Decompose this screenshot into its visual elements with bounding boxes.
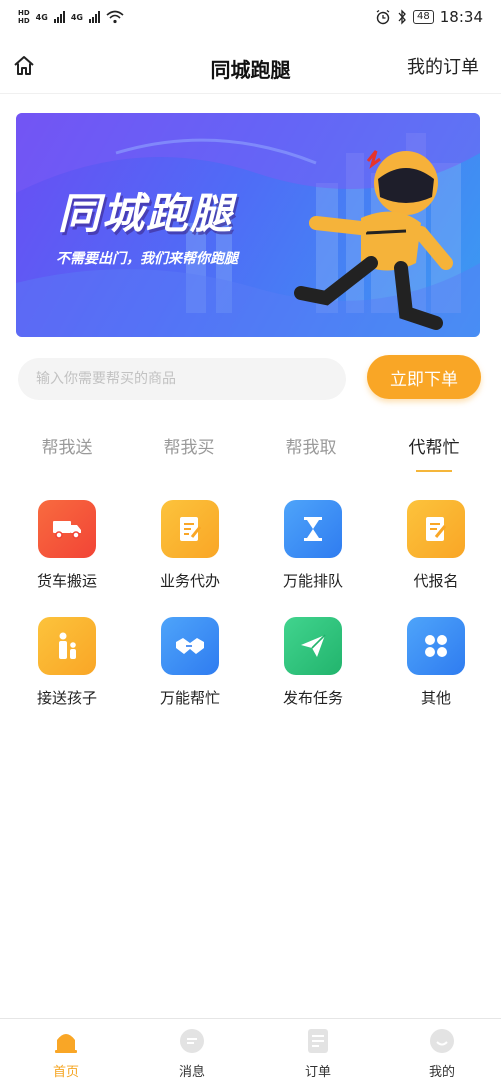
service-label: 货车搬运 bbox=[36, 572, 97, 590]
battery-indicator: 48 bbox=[413, 10, 434, 24]
order-now-button[interactable]: 立即下单 bbox=[367, 355, 481, 399]
form-edit-icon bbox=[407, 500, 465, 558]
truck-icon bbox=[38, 500, 96, 558]
service-truck-moving[interactable]: 货车搬运 bbox=[17, 500, 117, 591]
wifi-icon bbox=[106, 10, 124, 24]
service-label: 万能帮忙 bbox=[159, 689, 220, 707]
handshake-icon bbox=[161, 617, 219, 675]
service-label: 发布任务 bbox=[282, 689, 343, 707]
service-business-errand[interactable]: 业务代办 bbox=[140, 500, 240, 591]
service-label: 其他 bbox=[420, 689, 451, 707]
bottom-nav: 首页 消息 订单 我的 bbox=[0, 1018, 501, 1086]
service-publish-task[interactable]: 发布任务 bbox=[263, 617, 363, 708]
status-right: 48 18:34 bbox=[375, 8, 483, 26]
nav-home[interactable]: 首页 bbox=[26, 1027, 106, 1080]
signal-icon bbox=[53, 11, 65, 23]
home-lamp-icon bbox=[52, 1027, 80, 1055]
service-label: 代报名 bbox=[413, 572, 459, 590]
tab-pickup[interactable]: 帮我取 bbox=[266, 433, 356, 458]
nav-label: 订单 bbox=[304, 1065, 331, 1080]
status-bar: HD HD 4G 4G 48 18:34 bbox=[0, 0, 501, 34]
my-orders-link[interactable]: 我的订单 bbox=[407, 53, 479, 79]
tab-help[interactable]: 代帮忙 bbox=[389, 433, 479, 458]
service-signup[interactable]: 代报名 bbox=[386, 500, 486, 591]
tab-buy[interactable]: 帮我买 bbox=[144, 433, 234, 458]
alarm-icon bbox=[376, 9, 390, 25]
service-label: 业务代办 bbox=[159, 572, 220, 590]
status-left: HD HD 4G 4G bbox=[18, 9, 124, 25]
nav-label: 消息 bbox=[178, 1065, 205, 1080]
header: 同城跑腿 我的订单 bbox=[0, 38, 501, 94]
grid-dots-icon bbox=[407, 617, 465, 675]
service-child-pickup[interactable]: 接送孩子 bbox=[17, 617, 117, 708]
network-type-1: 4G bbox=[35, 12, 48, 22]
network-type-2: 4G bbox=[70, 12, 83, 22]
nav-orders[interactable]: 订单 bbox=[278, 1027, 358, 1080]
active-tab-underline bbox=[416, 470, 452, 472]
service-universal-help[interactable]: 万能帮忙 bbox=[140, 617, 240, 708]
tab-send[interactable]: 帮我送 bbox=[22, 433, 112, 458]
profile-icon bbox=[428, 1027, 456, 1055]
message-icon bbox=[178, 1027, 206, 1055]
bluetooth-icon bbox=[398, 9, 406, 25]
nav-label: 首页 bbox=[52, 1065, 79, 1080]
banner-subtitle: 不需要出门，我们来帮你跑腿 bbox=[56, 251, 238, 267]
search-input[interactable] bbox=[18, 358, 346, 400]
service-label: 接送孩子 bbox=[36, 689, 97, 707]
hourglass-icon bbox=[284, 500, 342, 558]
banner-title: 同城跑腿 bbox=[58, 189, 235, 238]
document-icon bbox=[161, 500, 219, 558]
status-time: 18:34 bbox=[439, 8, 483, 26]
nav-label: 我的 bbox=[428, 1065, 455, 1080]
parent-child-icon bbox=[38, 617, 96, 675]
signal-icon-2 bbox=[88, 11, 100, 23]
service-other[interactable]: 其他 bbox=[386, 617, 486, 708]
nav-messages[interactable]: 消息 bbox=[152, 1027, 232, 1080]
service-queue[interactable]: 万能排队 bbox=[263, 500, 363, 591]
order-list-icon bbox=[304, 1027, 332, 1055]
nav-profile[interactable]: 我的 bbox=[402, 1027, 482, 1080]
hd-indicator: HD HD bbox=[18, 9, 30, 25]
paper-plane-icon bbox=[284, 617, 342, 675]
service-label: 万能排队 bbox=[282, 572, 343, 590]
home-icon[interactable] bbox=[12, 54, 36, 78]
